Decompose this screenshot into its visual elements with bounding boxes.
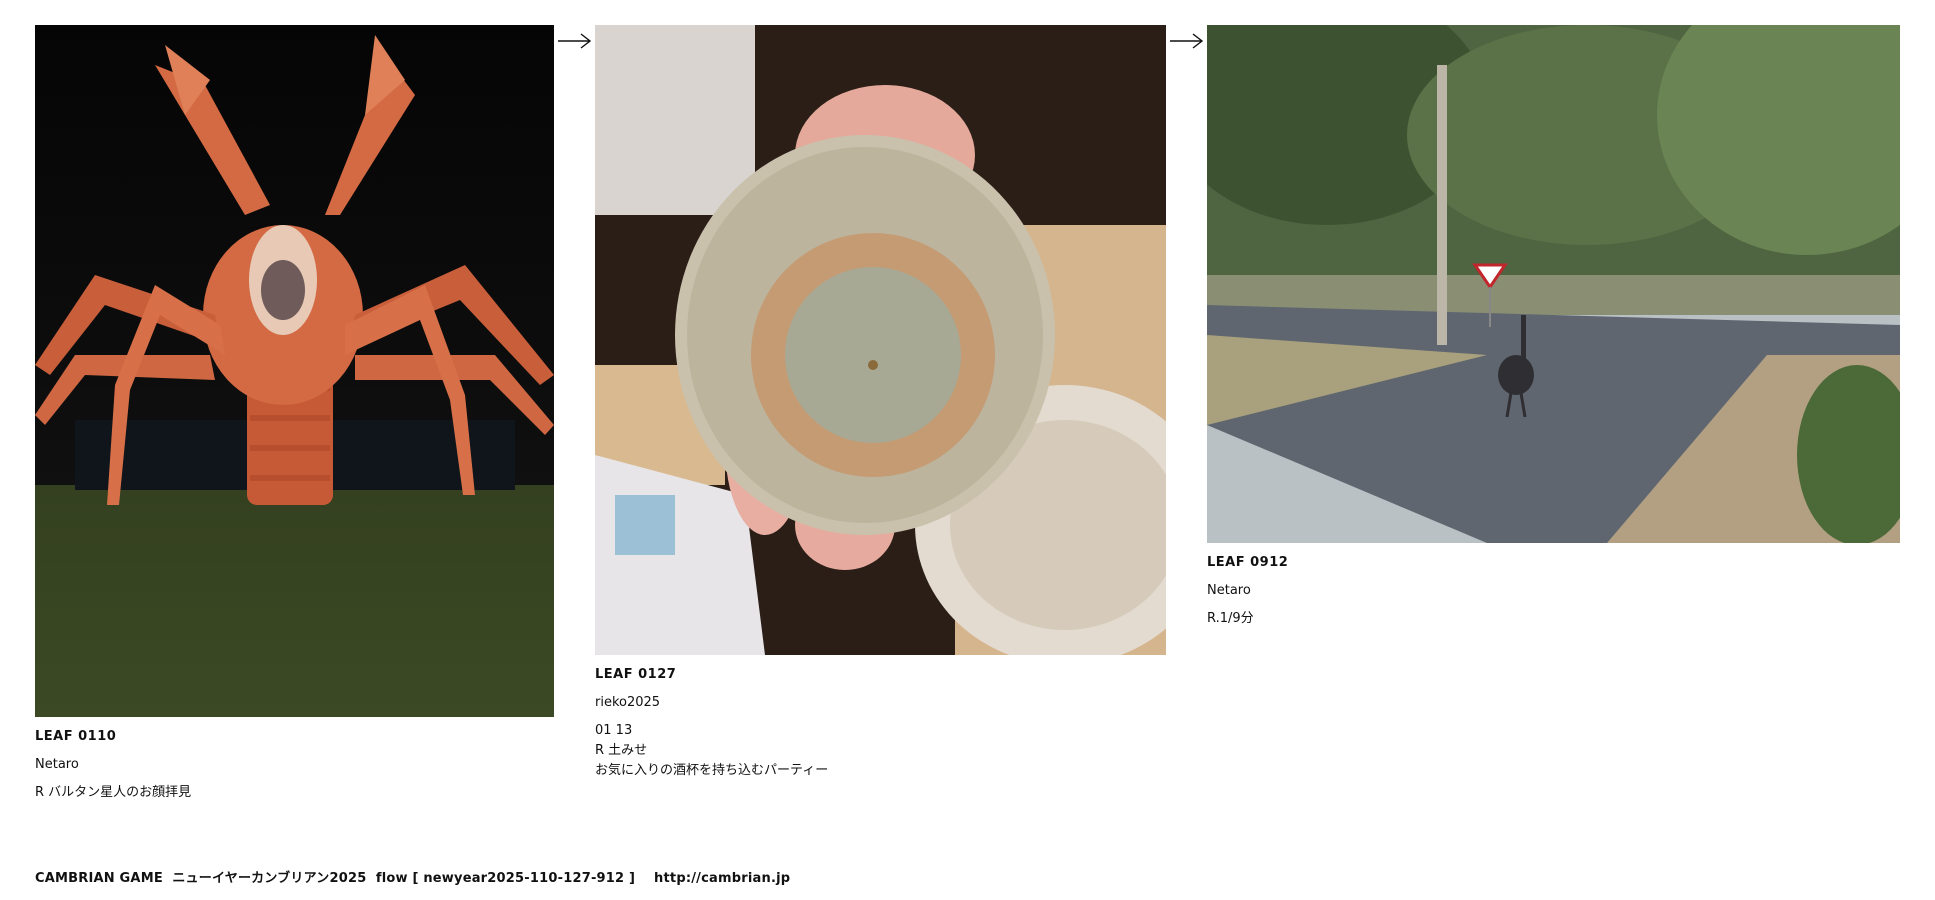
leaf-photo-lobster[interactable] [35,25,554,717]
sake-cup-photo-image [595,25,1166,655]
leaf-note: R.1/9分 [1207,611,1254,626]
right-arrow-icon [558,33,592,49]
emu-photo-image [1207,25,1900,543]
leaf-id[interactable]: LEAF 0912 [1207,555,1900,571]
leaf-note: R 土みせ [595,743,648,758]
leaf-photo-emu[interactable] [1207,25,1900,543]
leaf-id[interactable]: LEAF 0110 [35,729,554,745]
footer-flow-info: CAMBRIAN GAME ニューイヤーカンブリアン2025 flow [ ne… [35,871,791,886]
leaf-card-0127: LEAF 0127 rieko2025 01 13 R 土みせ お気に入りの酒杯… [595,25,1166,779]
leaf-note: R バルタン星人のお顔拝見 [35,785,192,800]
leaf-author[interactable]: Netaro [35,757,554,773]
leaf-note-detail: お気に入りの酒杯を持ち込むパーティー [595,763,829,778]
right-arrow-icon [1170,33,1204,49]
leaf-author[interactable]: Netaro [1207,583,1900,599]
leaf-note-date: 01 13 [595,723,633,738]
leaf-card-0110: LEAF 0110 Netaro R バルタン星人のお顔拝見 [35,25,554,801]
leaf-author[interactable]: rieko2025 [595,695,1166,711]
lobster-photo-image [35,25,554,717]
leaf-id[interactable]: LEAF 0127 [595,667,1166,683]
leaf-photo-sake-cup[interactable] [595,25,1166,655]
leaf-card-0912: LEAF 0912 Netaro R.1/9分 [1207,25,1900,627]
